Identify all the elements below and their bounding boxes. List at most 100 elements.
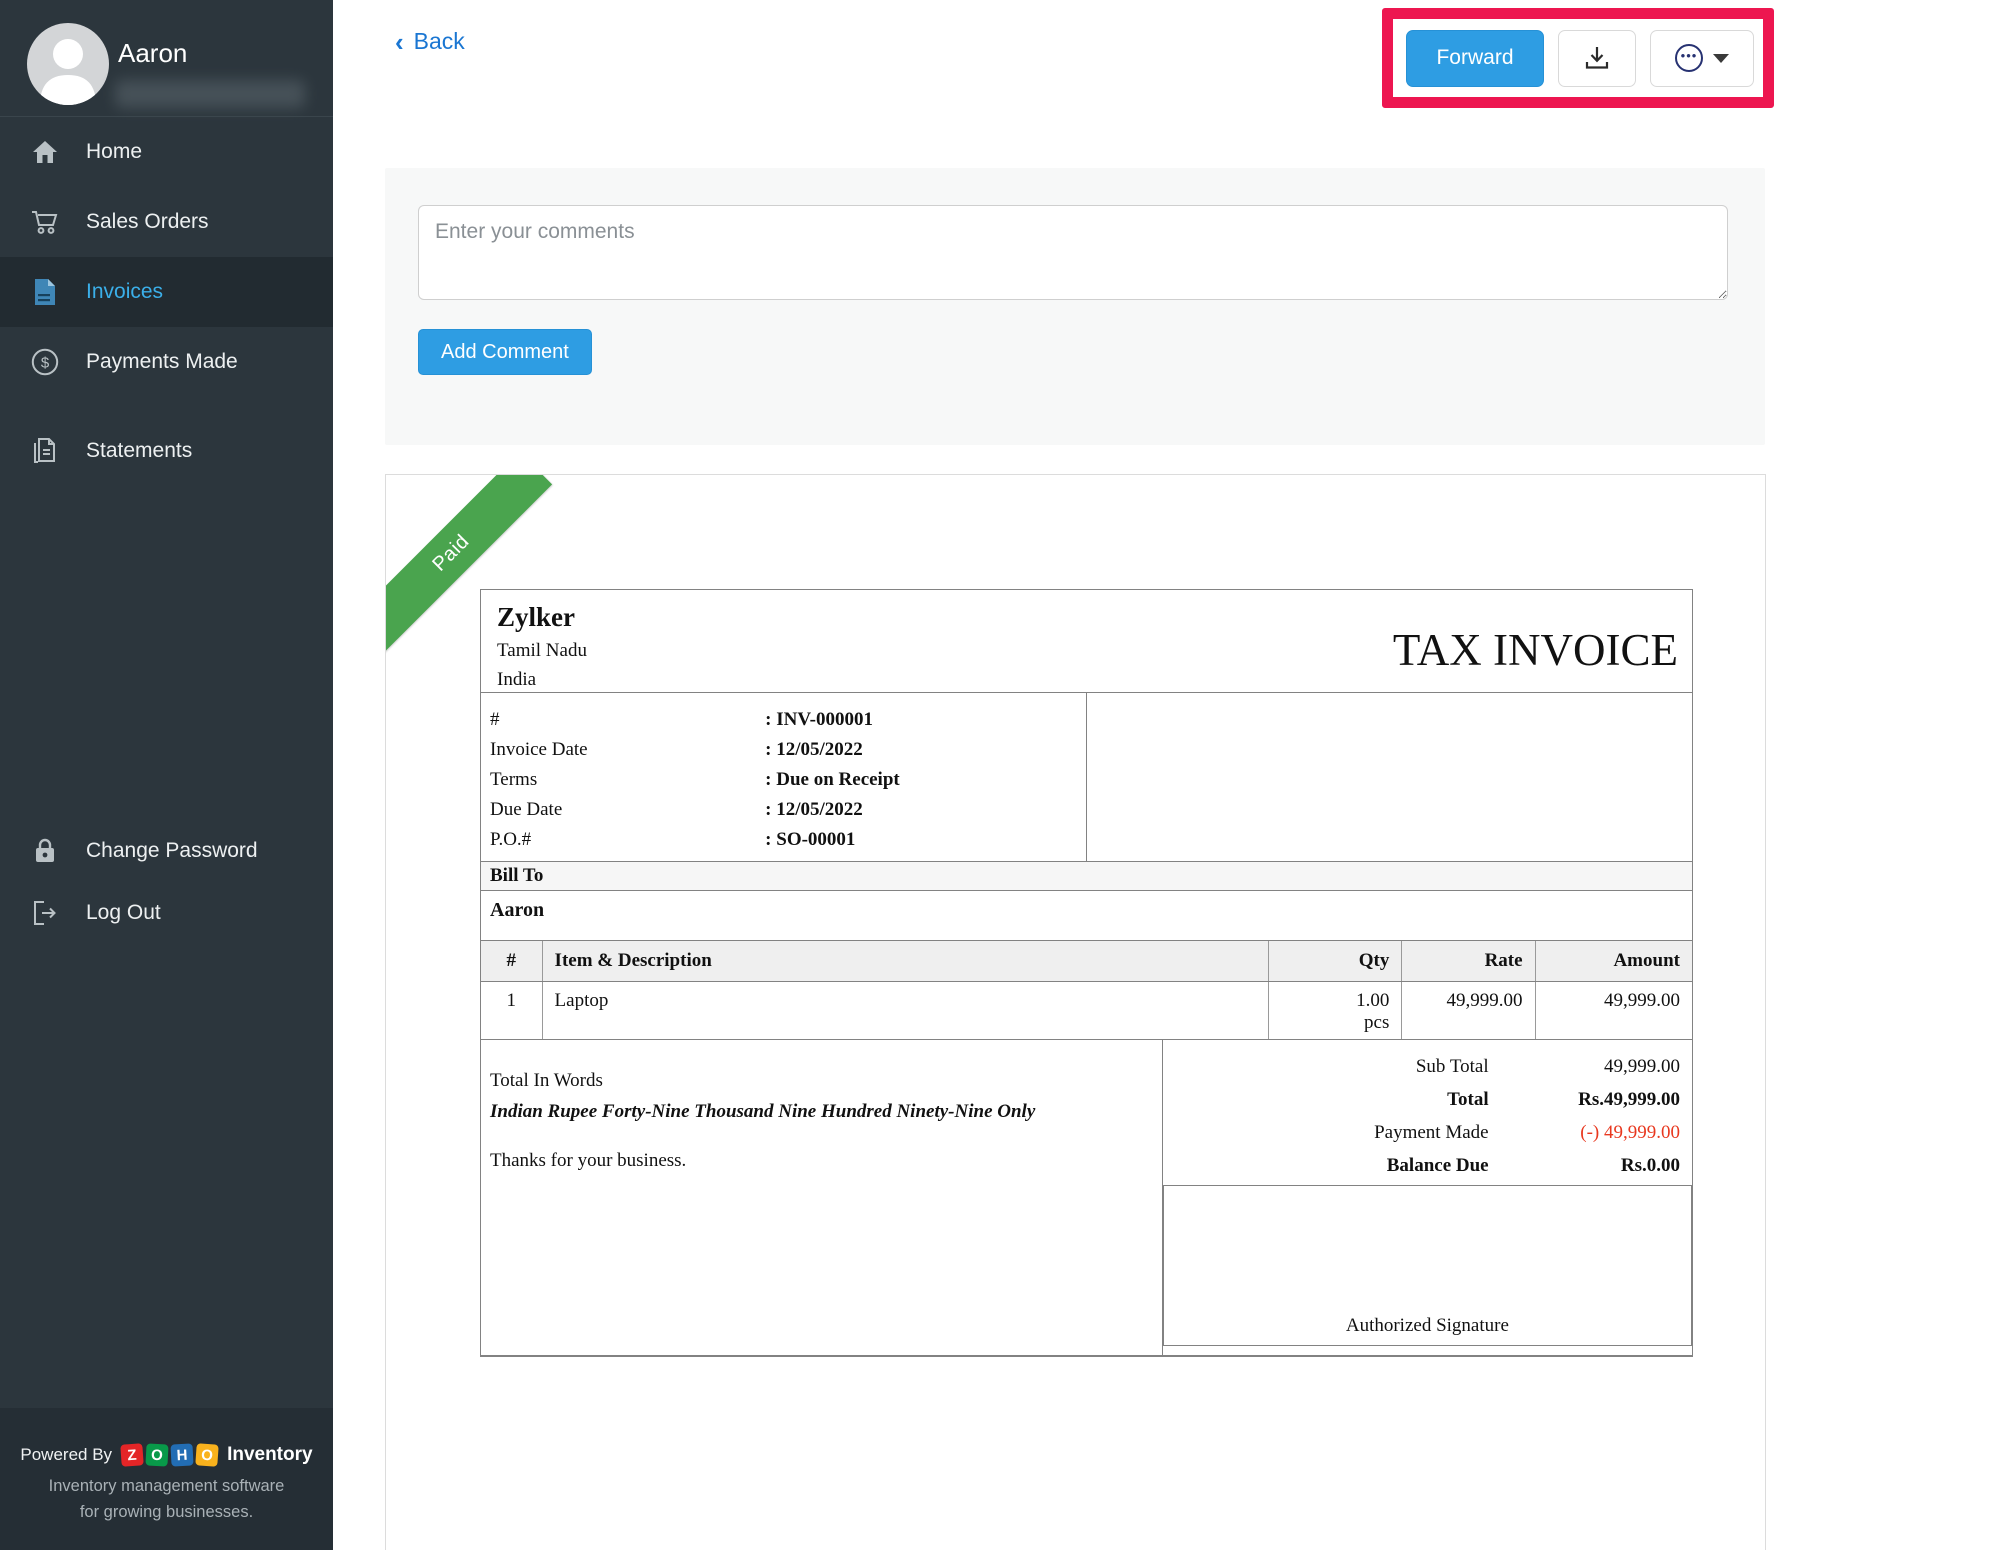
detail-row: Invoice Date : 12/05/2022 [490, 735, 1076, 765]
powered-by-row: Powered By Z O H O Inventory [0, 1444, 333, 1466]
total-label: Total [1163, 1089, 1489, 1111]
user-email-redacted [115, 80, 305, 108]
download-icon [1584, 45, 1610, 71]
company-state: Tamil Nadu [497, 640, 587, 662]
item-num: 1 [481, 982, 542, 1039]
total-value: (-) 49,999.00 [1489, 1122, 1680, 1144]
total-value: 49,999.00 [1489, 1056, 1680, 1078]
footer-tagline: Inventory management software for growin… [0, 1473, 333, 1525]
download-pdf-button[interactable] [1558, 30, 1636, 87]
lock-icon [30, 837, 60, 865]
zoho-letter-h: H [171, 1443, 194, 1466]
company-country: India [497, 669, 587, 691]
bill-to-name: Aaron [481, 891, 1692, 941]
caret-down-icon [1713, 54, 1729, 63]
sidebar-item-label: Log Out [86, 901, 161, 925]
brand-name: Inventory [227, 1444, 313, 1466]
total-label: Sub Total [1163, 1056, 1489, 1078]
user-block: Aaron [0, 0, 333, 117]
forward-button[interactable]: Forward [1406, 30, 1544, 87]
invoice-details: # : INV-000001 Invoice Date : 12/05/2022… [481, 693, 1692, 862]
detail-label: Terms [490, 769, 765, 791]
invoice-bottom-section: Total In Words Indian Rupee Forty-Nine T… [481, 1040, 1692, 1356]
col-header-qty: Qty [1268, 941, 1401, 981]
main-content: ‹ Back Forward ••• Add Comment Paid [333, 0, 2000, 1550]
zoho-letter-z: Z [120, 1443, 143, 1466]
chevron-left-icon: ‹ [395, 29, 404, 55]
back-label: Back [414, 28, 465, 55]
sidebar-item-log-out[interactable]: Log Out [0, 882, 333, 944]
invoice-header: Zylker Tamil Nadu India TAX INVOICE [481, 590, 1692, 693]
authorized-signature-label: Authorized Signature [1164, 1315, 1691, 1337]
sidebar-item-label: Invoices [86, 280, 163, 304]
company-block: Zylker Tamil Nadu India [497, 602, 587, 692]
zoho-letter-o2: O [195, 1443, 218, 1466]
detail-row: Terms : Due on Receipt [490, 765, 1076, 795]
total-value: Rs.0.00 [1489, 1155, 1680, 1177]
tagline-line2: for growing businesses. [0, 1499, 333, 1525]
thanks-note: Thanks for your business. [490, 1150, 1148, 1172]
comments-panel: Add Comment [385, 168, 1765, 445]
detail-value: : INV-000001 [765, 709, 873, 731]
total-label: Payment Made [1163, 1122, 1489, 1144]
sidebar-item-statements[interactable]: Statements [0, 416, 333, 486]
col-header-amount: Amount [1535, 941, 1692, 981]
item-row: 1 Laptop 1.00 pcs 49,999.00 49,999.00 [481, 982, 1692, 1040]
sidebar-account-links: Change Password Log Out [0, 820, 333, 944]
detail-row: P.O.# : SO-00001 [490, 825, 1076, 855]
sidebar-item-invoices[interactable]: Invoices [0, 257, 333, 327]
sidebar-item-sales-orders[interactable]: Sales Orders [0, 187, 333, 257]
sidebar-footer: Powered By Z O H O Inventory Inventory m… [0, 1408, 333, 1550]
detail-value: : 12/05/2022 [765, 799, 863, 821]
col-header-num: # [481, 941, 542, 981]
invoice-details-right-empty [1087, 693, 1693, 861]
powered-by-label: Powered By [20, 1445, 112, 1465]
total-row-total: Total Rs.49,999.00 [1163, 1083, 1692, 1116]
total-row-balance-due: Balance Due Rs.0.00 [1163, 1149, 1692, 1182]
zoho-letter-o1: O [146, 1443, 169, 1466]
sidebar-item-label: Payments Made [86, 350, 238, 374]
detail-label: P.O.# [490, 829, 765, 851]
invoice-details-left: # : INV-000001 Invoice Date : 12/05/2022… [481, 693, 1087, 861]
logout-icon [30, 900, 60, 926]
col-header-description: Item & Description [542, 941, 1269, 981]
sidebar: Aaron Home Sales Orders [0, 0, 333, 1550]
invoice-totals: Sub Total 49,999.00 Total Rs.49,999.00 P… [1163, 1040, 1692, 1355]
back-link[interactable]: ‹ Back [395, 28, 465, 55]
item-qty-value: 1.00 [1269, 990, 1389, 1012]
annotation-highlight-box: Forward ••• [1382, 8, 1774, 108]
more-actions-button[interactable]: ••• [1650, 30, 1754, 87]
invoice-document: Zylker Tamil Nadu India TAX INVOICE # : … [480, 589, 1693, 1357]
dollar-circle-icon: $ [30, 348, 60, 376]
invoice-file-icon [30, 278, 60, 306]
ellipsis-icon: ••• [1675, 44, 1703, 72]
sidebar-item-home[interactable]: Home [0, 117, 333, 187]
sidebar-item-label: Change Password [86, 839, 258, 863]
detail-value: : Due on Receipt [765, 769, 900, 791]
comment-input[interactable] [418, 205, 1728, 300]
document-title: TAX INVOICE [1393, 624, 1678, 676]
sidebar-item-label: Home [86, 140, 142, 164]
detail-value: : SO-00001 [765, 829, 855, 851]
avatar [27, 23, 109, 105]
item-qty-unit: pcs [1269, 1012, 1389, 1034]
total-value: Rs.49,999.00 [1489, 1089, 1680, 1111]
sidebar-item-label: Statements [86, 439, 192, 463]
sidebar-item-payments-made[interactable]: $ Payments Made [0, 327, 333, 397]
detail-label: Due Date [490, 799, 765, 821]
invoice-preview-panel: Paid Zylker Tamil Nadu India TAX INVOICE… [385, 474, 1766, 1550]
detail-value: : 12/05/2022 [765, 739, 863, 761]
item-rate: 49,999.00 [1401, 982, 1534, 1039]
person-icon [27, 23, 109, 105]
detail-label: # [490, 709, 765, 731]
signature-box: Authorized Signature [1163, 1185, 1692, 1346]
item-amount: 49,999.00 [1535, 982, 1692, 1039]
add-comment-button[interactable]: Add Comment [418, 329, 592, 375]
paid-ribbon-label: Paid [428, 530, 474, 576]
invoice-notes: Total In Words Indian Rupee Forty-Nine T… [481, 1040, 1163, 1355]
company-name: Zylker [497, 602, 587, 633]
sidebar-item-change-password[interactable]: Change Password [0, 820, 333, 882]
item-qty: 1.00 pcs [1268, 982, 1401, 1039]
total-row-payment-made: Payment Made (-) 49,999.00 [1163, 1116, 1692, 1149]
statements-icon [30, 437, 60, 465]
